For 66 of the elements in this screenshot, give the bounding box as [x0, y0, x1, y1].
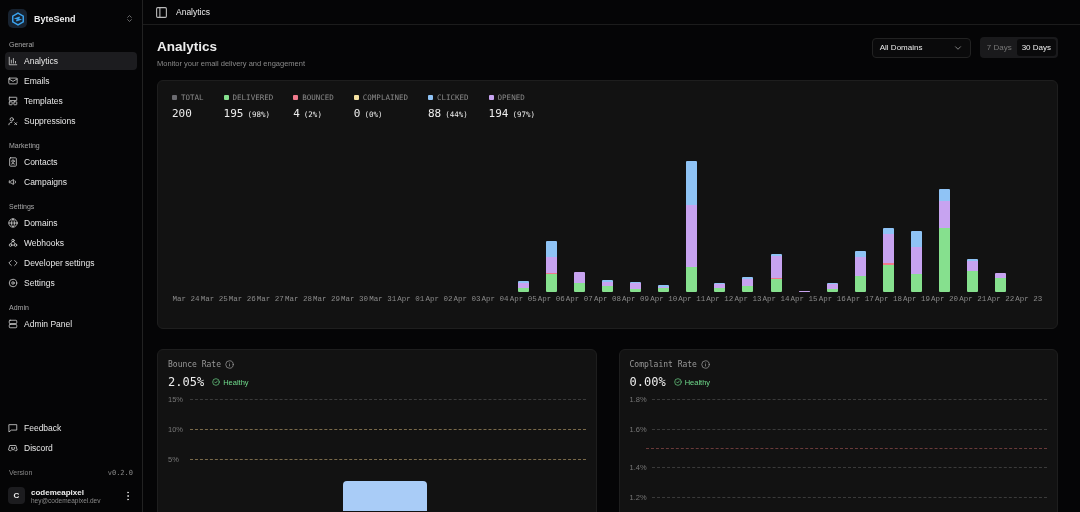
stacked-bar — [826, 283, 838, 292]
nav-item[interactable]: Admin Panel — [5, 315, 137, 333]
nav-item[interactable]: Discord — [5, 439, 137, 457]
nav-item[interactable]: Emails — [5, 72, 137, 90]
domain-select[interactable]: All Domains — [871, 37, 971, 58]
globe-icon — [8, 218, 18, 228]
stacked-bar — [714, 283, 726, 292]
stacked-bar — [545, 241, 557, 292]
nav-item[interactable]: Settings — [5, 274, 137, 292]
nav-item[interactable]: Templates — [5, 92, 137, 110]
page-breadcrumb: Analytics — [176, 7, 210, 17]
stacked-bar — [882, 228, 894, 292]
stacked-bar — [630, 282, 642, 292]
info-icon — [225, 360, 234, 369]
rate-value: 0.00% — [629, 375, 666, 389]
logo-icon — [8, 9, 27, 28]
contact-card-icon — [8, 157, 18, 167]
stacked-bar — [742, 277, 754, 292]
stacked-bar — [854, 251, 866, 292]
avatar: C — [8, 487, 25, 504]
nav-item[interactable]: Feedback — [5, 419, 137, 437]
layout-icon — [8, 96, 18, 106]
nav-item[interactable]: Webhooks — [5, 234, 137, 252]
check-circle-icon — [212, 378, 221, 386]
settings-icon — [8, 278, 18, 288]
chart-icon — [8, 56, 18, 66]
nav-item[interactable]: Contacts — [5, 153, 137, 171]
workspace-switcher[interactable]: ByteSend — [5, 6, 137, 31]
stacked-bar — [770, 254, 782, 292]
stacked-bar — [658, 285, 670, 292]
server-icon — [8, 319, 18, 329]
stacked-bar — [911, 231, 922, 292]
sidebar-toggle-button[interactable] — [155, 5, 168, 19]
rate-title: Bounce Rate — [168, 360, 221, 369]
panel-left-icon — [155, 5, 168, 19]
stacked-bar — [995, 273, 1007, 292]
info-icon — [700, 360, 710, 369]
user-name: codemeapixel — [31, 487, 84, 497]
stacked-bar — [573, 272, 585, 292]
stat-value: 0 — [353, 107, 361, 120]
nav-item[interactable]: Suppressions — [5, 112, 137, 130]
user-x-icon — [8, 116, 18, 126]
webhook-icon — [8, 238, 18, 248]
page-title: Analytics — [157, 39, 219, 54]
chevrons-icon — [125, 14, 134, 23]
game-controller-icon — [8, 443, 18, 453]
rate-value: 2.05% — [168, 375, 205, 389]
check-circle-icon — [673, 378, 682, 386]
stacked-bar — [967, 259, 979, 292]
mail-icon — [8, 76, 18, 86]
stat-value: 88 — [428, 107, 442, 120]
stat-value: 194 — [488, 107, 509, 120]
stacked-bar — [517, 281, 529, 292]
nav-item[interactable]: Domains — [5, 214, 137, 232]
stat-value: 200 — [172, 107, 192, 120]
range-tab[interactable]: 30 Days — [1016, 39, 1056, 56]
code-icon — [8, 258, 18, 268]
stacked-bar — [601, 280, 613, 292]
nav-item[interactable]: Analytics — [5, 52, 137, 70]
rate-title: Complaint Rate — [629, 360, 697, 369]
stat-value: 4 — [293, 107, 300, 120]
stat-value: 195 — [223, 107, 244, 120]
nav-item[interactable]: Developer settings — [5, 254, 137, 272]
range-tab[interactable]: 7 Days — [981, 39, 1017, 56]
megaphone-icon — [8, 177, 18, 187]
nav-item[interactable]: Campaigns — [5, 173, 137, 191]
